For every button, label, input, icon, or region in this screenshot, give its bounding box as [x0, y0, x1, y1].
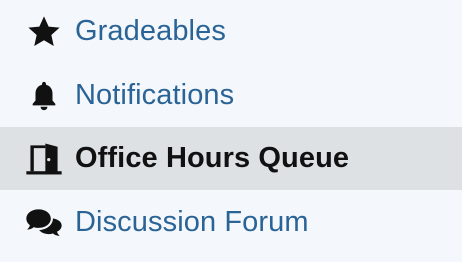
sidebar-item-office-hours-queue[interactable]: Office Hours Queue: [0, 127, 462, 190]
sidebar-item-gradeables[interactable]: Gradeables: [0, 0, 462, 63]
sidebar-item-label: Discussion Forum: [75, 206, 309, 238]
sidebar-item-label: Notifications: [75, 79, 235, 111]
sidebar-item-label: Office Hours Queue: [75, 142, 350, 174]
sidebar-item-discussion-forum[interactable]: Discussion Forum: [0, 191, 462, 254]
sidebar-item-label: Gradeables: [75, 15, 226, 47]
sidebar-item-notifications[interactable]: Notifications: [0, 64, 462, 127]
comments-icon: [24, 203, 64, 243]
star-icon: [24, 12, 64, 52]
bell-icon: [24, 76, 64, 116]
door-open-icon: [24, 139, 64, 179]
sidebar-nav: Gradeables Notifications Office Hours Qu…: [0, 0, 462, 262]
